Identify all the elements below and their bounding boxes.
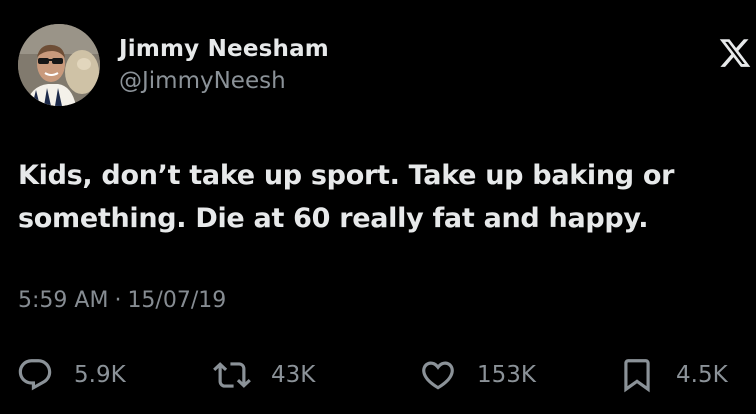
avatar[interactable] — [18, 24, 100, 106]
x-logo-icon[interactable] — [718, 36, 752, 70]
like-count: 153K — [477, 362, 536, 388]
tweet-actions: 5.9K 43K 153K 4.5K — [0, 355, 756, 395]
retweet-button[interactable]: 43K — [213, 355, 315, 395]
tweet-timestamp[interactable]: 5:59 AM · 15/07/19 — [18, 288, 226, 313]
tweet-text: Kids, don’t take up sport. Take up bakin… — [18, 160, 675, 234]
reply-count: 5.9K — [74, 362, 126, 388]
author-handle[interactable]: @JimmyNeesh — [119, 68, 286, 94]
retweet-icon — [213, 362, 251, 388]
bookmark-button[interactable]: 4.5K — [618, 355, 728, 395]
heart-icon — [422, 361, 454, 390]
avatar-photo — [18, 24, 100, 106]
reply-icon — [18, 359, 52, 391]
like-button[interactable]: 153K — [419, 355, 536, 395]
tweet-time: 5:59 AM — [18, 288, 109, 313]
tweet-screenshot: { "author": { "display_name": "Jimmy Nee… — [0, 0, 756, 414]
bookmark-count: 4.5K — [676, 362, 728, 388]
bookmark-icon — [624, 359, 650, 393]
reply-button[interactable]: 5.9K — [16, 355, 126, 395]
author-display-name[interactable]: Jimmy Neesham — [119, 36, 329, 62]
retweet-count: 43K — [271, 362, 316, 388]
tweet-date: 15/07/19 — [127, 288, 227, 313]
meta-separator: · — [114, 288, 122, 313]
